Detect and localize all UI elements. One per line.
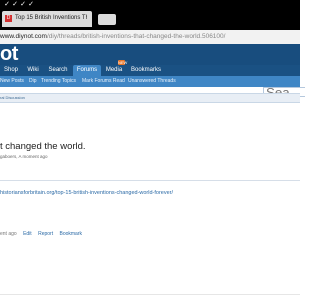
subnav-new-posts[interactable]: New Posts	[0, 76, 24, 87]
nav-search[interactable]: Search	[45, 65, 71, 76]
report-link[interactable]: Report	[38, 231, 53, 237]
tab-favicon-icon: D	[5, 15, 12, 22]
media-new-badge: NEW	[118, 60, 128, 65]
check-icon: ✓	[28, 1, 34, 8]
subnav-unanswered-threads[interactable]: Unanswered Threads	[128, 76, 176, 87]
thread-title: t changed the world.	[0, 141, 86, 152]
address-bar[interactable]: www.diynot.com/diy/threads/british-inven…	[0, 30, 300, 45]
url-path: /diy/threads/british-inventions-that-cha…	[46, 33, 226, 40]
main-nav: Shop Wiki Search Forums Media Bookmarks	[0, 65, 300, 76]
edit-link[interactable]: Edit	[23, 231, 32, 237]
check-icon: ✓	[4, 1, 10, 8]
nav-forums[interactable]: Forums	[73, 65, 101, 76]
post-link[interactable]: historiansforbritain.org/top-15-british-…	[0, 189, 173, 197]
nav-bookmarks[interactable]: Bookmarks	[129, 65, 163, 76]
nav-media[interactable]: Media	[102, 65, 126, 76]
post-divider	[0, 180, 300, 181]
nav-shop[interactable]: Shop	[0, 65, 22, 76]
subnav-dip[interactable]: Dip	[29, 76, 37, 87]
bookmark-link[interactable]: Bookmark	[60, 231, 83, 237]
breadcrumb-item[interactable]: ral Discussion	[0, 94, 25, 102]
status-bar: ✓ ✓ ✓ ✓	[0, 0, 300, 10]
page-bottom-divider	[0, 294, 300, 295]
url-text: www.diynot.com/diy/threads/british-inven…	[0, 31, 300, 43]
check-icon: ✓	[20, 1, 26, 8]
check-icon: ✓	[12, 1, 18, 8]
subnav-trending-topics[interactable]: Trending Topics	[41, 76, 76, 87]
sub-nav: New Posts Dip Trending Topics Mark Forum…	[0, 76, 300, 87]
thread-meta: gaboers, A moment ago	[0, 154, 48, 159]
nav-wiki[interactable]: Wiki	[23, 65, 43, 76]
post-age: ent ago	[0, 231, 17, 237]
site-header: ot	[0, 44, 300, 65]
post-actions: ent ago Edit Report Bookmark	[0, 230, 82, 238]
new-tab-button[interactable]	[98, 14, 116, 25]
browser-tab[interactable]: D Top 15 British Inventions Th	[2, 11, 92, 27]
breadcrumb: ral Discussion	[0, 93, 300, 103]
site-logo[interactable]: ot	[0, 44, 18, 65]
tab-title: Top 15 British Inventions Th	[15, 15, 87, 21]
url-host: www.diynot.com	[0, 33, 47, 40]
subnav-mark-forums-read[interactable]: Mark Forums Read	[82, 76, 125, 87]
